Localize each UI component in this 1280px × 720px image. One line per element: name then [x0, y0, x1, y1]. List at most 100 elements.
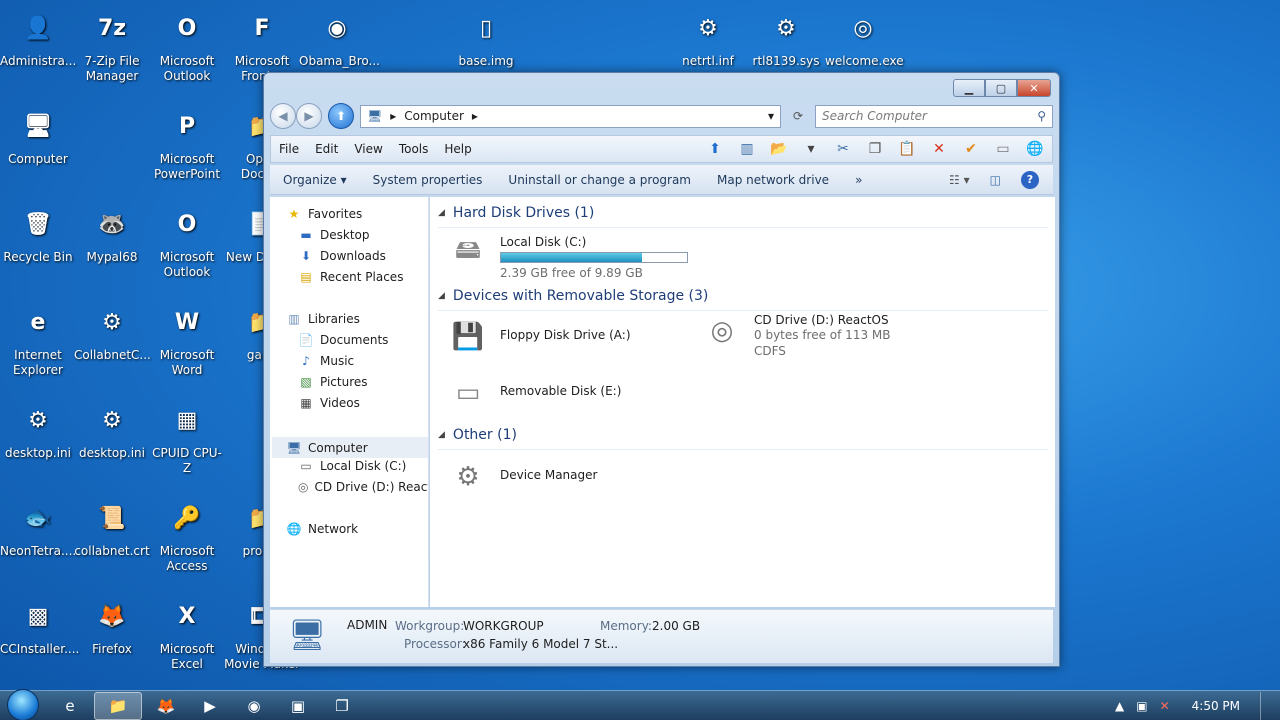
- cut-icon[interactable]: ✂: [830, 138, 856, 160]
- desktop-icon-item[interactable]: ⚙ CollabnetC...: [74, 300, 151, 363]
- media-taskbar-button[interactable]: ▶: [190, 692, 230, 720]
- group-removable-storage[interactable]: ◢ Devices with Removable Storage (3): [438, 288, 1048, 311]
- view-options-icon[interactable]: ☷ ▾: [949, 173, 970, 187]
- uninstall-program-button[interactable]: Uninstall or change a program: [495, 173, 704, 187]
- refresh-button[interactable]: ⟳: [787, 105, 809, 128]
- window-taskbar-button[interactable]: ❐: [322, 692, 362, 720]
- show-desktop-button[interactable]: [1260, 691, 1270, 720]
- globe-icon[interactable]: 🌐: [1022, 138, 1048, 160]
- folders-pane-icon[interactable]: ▥: [734, 138, 760, 160]
- nav-desktop[interactable]: ▬ Desktop: [298, 228, 369, 242]
- nav-favorites[interactable]: ★ Favorites: [286, 207, 363, 221]
- desktop-app-icon: ◉: [327, 15, 347, 41]
- computer-large-icon: 🖥: [288, 618, 327, 653]
- more-commands-button[interactable]: »: [842, 173, 875, 187]
- copy-icon[interactable]: ❐: [862, 138, 888, 160]
- desktop-icon-item[interactable]: 🦊 Firefox: [74, 594, 150, 657]
- desktop-icon-item[interactable]: ◉ Obama_Bro...: [299, 6, 380, 69]
- desktop-icon-item[interactable]: ⚙ desktop.ini: [0, 398, 76, 461]
- maximize-button[interactable]: ▢: [985, 79, 1017, 97]
- up-folder-icon[interactable]: ⬆: [702, 138, 728, 160]
- desktop-icon-item[interactable]: ⚙ desktop.ini: [74, 398, 150, 461]
- network-tray-icon[interactable]: ▣: [1136, 699, 1147, 713]
- desktop-icon-item[interactable]: W Microsoft Word: [149, 300, 225, 378]
- desktop-icon-item[interactable]: P Microsoft PowerPoint: [149, 104, 225, 182]
- desktop-app-icon: O: [177, 15, 197, 41]
- desktop-icon-item[interactable]: 🖥 Computer: [0, 104, 76, 167]
- drive-removable-e[interactable]: ▭ Removable Disk (E:): [444, 371, 622, 415]
- desktop-icon-item[interactable]: O Microsoft Outlook: [149, 202, 225, 280]
- menu-view[interactable]: View: [346, 142, 390, 156]
- nav-videos[interactable]: ▦ Videos: [298, 396, 360, 410]
- back-button[interactable]: ◀: [270, 103, 296, 129]
- desktop-icon-item[interactable]: ⚙ rtl8139.sys: [748, 6, 824, 69]
- organize-button[interactable]: Organize ▾: [270, 173, 360, 187]
- menu-tools[interactable]: Tools: [391, 142, 437, 156]
- desktop-icon-item[interactable]: 🐟 NeonTetra....: [0, 496, 76, 559]
- menu-edit[interactable]: Edit: [307, 142, 346, 156]
- device-manager-item[interactable]: ⚙ Device Manager: [444, 455, 597, 499]
- drive-local-disk-c[interactable]: 🖴 Local Disk (C:) 2.39 GB free of 9.89 G…: [444, 231, 688, 281]
- desktop-icon-item[interactable]: 📜 collabnet.crt: [74, 496, 150, 559]
- map-network-drive-button[interactable]: Map network drive: [704, 173, 842, 187]
- minimize-button[interactable]: ▁: [953, 79, 985, 97]
- clock[interactable]: 4:50 PM: [1192, 699, 1240, 713]
- system-properties-button[interactable]: System properties: [360, 173, 496, 187]
- drive-cd-d[interactable]: ◎ CD Drive (D:) ReactOS 0 bytes free of …: [698, 309, 891, 359]
- desktop-icon-item[interactable]: ⚙ netrtl.inf: [670, 6, 746, 69]
- checkmark-icon[interactable]: ✔: [958, 138, 984, 160]
- preview-pane-icon[interactable]: ◫: [990, 173, 1001, 187]
- menu-file[interactable]: File: [271, 142, 307, 156]
- start-button[interactable]: [0, 688, 46, 720]
- desktop-icon-item[interactable]: ▯ base.img: [448, 6, 524, 69]
- nav-recent-places[interactable]: ▤ Recent Places: [298, 270, 403, 284]
- address-bar[interactable]: 🖥 ▸ Computer ▸ ▾: [360, 104, 781, 128]
- desktop-icon-item[interactable]: ▩ CCInstaller....: [0, 594, 79, 657]
- volume-muted-icon[interactable]: ✕: [1160, 699, 1170, 713]
- tray-expand-icon[interactable]: ▲: [1115, 699, 1124, 713]
- close-button[interactable]: ✕: [1017, 79, 1051, 97]
- desktop-icon-item[interactable]: ◎ welcome.exe: [825, 6, 904, 69]
- explorer-taskbar-button[interactable]: 📁: [94, 691, 142, 720]
- desktop-icon-item[interactable]: 🔑 Microsoft Access: [149, 496, 225, 574]
- nav-downloads[interactable]: ⬇ Downloads: [298, 249, 386, 263]
- nav-label: Pictures: [320, 375, 368, 389]
- nav-pictures[interactable]: ▧ Pictures: [298, 375, 368, 389]
- group-other[interactable]: ◢ Other (1): [438, 427, 1048, 450]
- nav-network[interactable]: 🌐 Network: [286, 522, 359, 536]
- desktop-app-icon: ▯: [479, 15, 493, 41]
- nav-cd-drive-d[interactable]: ◎ CD Drive (D:) ReactOS: [298, 480, 428, 494]
- nav-documents[interactable]: 📄 Documents: [298, 333, 389, 347]
- desktop-icon-item[interactable]: e Internet Explorer: [0, 300, 76, 378]
- delete-icon[interactable]: ✕: [926, 138, 952, 160]
- folder-options-icon[interactable]: 📂: [766, 138, 792, 160]
- app-taskbar-button[interactable]: ▣: [278, 692, 318, 720]
- desktop-icon-item[interactable]: 7z 7-Zip File Manager: [74, 6, 150, 84]
- desktop-icon-item[interactable]: 👤 Administra...: [0, 6, 76, 69]
- chrome-taskbar-button[interactable]: ◉: [234, 692, 274, 720]
- desktop-app-icon: 🦊: [98, 603, 126, 629]
- desktop-icon-item[interactable]: 🦝 Mypal68: [74, 202, 150, 265]
- paste-icon[interactable]: 📋: [894, 138, 920, 160]
- ie-taskbar-button[interactable]: e: [50, 692, 90, 720]
- nav-computer[interactable]: 🖥 Computer: [272, 437, 428, 458]
- desktop-icon-item[interactable]: 🗑 Recycle Bin: [0, 202, 76, 265]
- desktop-icon-item[interactable]: O Microsoft Outlook: [149, 6, 225, 84]
- firefox-taskbar-button[interactable]: 🦊: [146, 692, 186, 720]
- help-icon[interactable]: ?: [1021, 170, 1039, 189]
- nav-libraries[interactable]: ▥ Libraries: [286, 312, 360, 326]
- menu-help[interactable]: Help: [436, 142, 479, 156]
- search-input[interactable]: Search Computer ⚲: [815, 104, 1053, 128]
- drive-floppy-a[interactable]: 💾 Floppy Disk Drive (A:): [444, 315, 631, 359]
- properties-icon[interactable]: ▭: [990, 138, 1016, 160]
- up-button[interactable]: ⬆: [328, 103, 354, 129]
- forward-button[interactable]: ▶: [296, 103, 322, 129]
- breadcrumb-computer[interactable]: Computer: [404, 109, 464, 123]
- dropdown-icon[interactable]: ▾: [798, 138, 824, 160]
- nav-local-disk-c[interactable]: ▭ Local Disk (C:): [298, 459, 406, 473]
- desktop-icon-item[interactable]: X Microsoft Excel: [149, 594, 225, 672]
- desktop-icon-item[interactable]: ▦ CPUID CPU-Z: [149, 398, 225, 476]
- nav-music[interactable]: ♪ Music: [298, 354, 354, 368]
- group-hard-disk-drives[interactable]: ◢ Hard Disk Drives (1): [438, 205, 1048, 228]
- address-dropdown-icon[interactable]: ▾: [768, 109, 774, 123]
